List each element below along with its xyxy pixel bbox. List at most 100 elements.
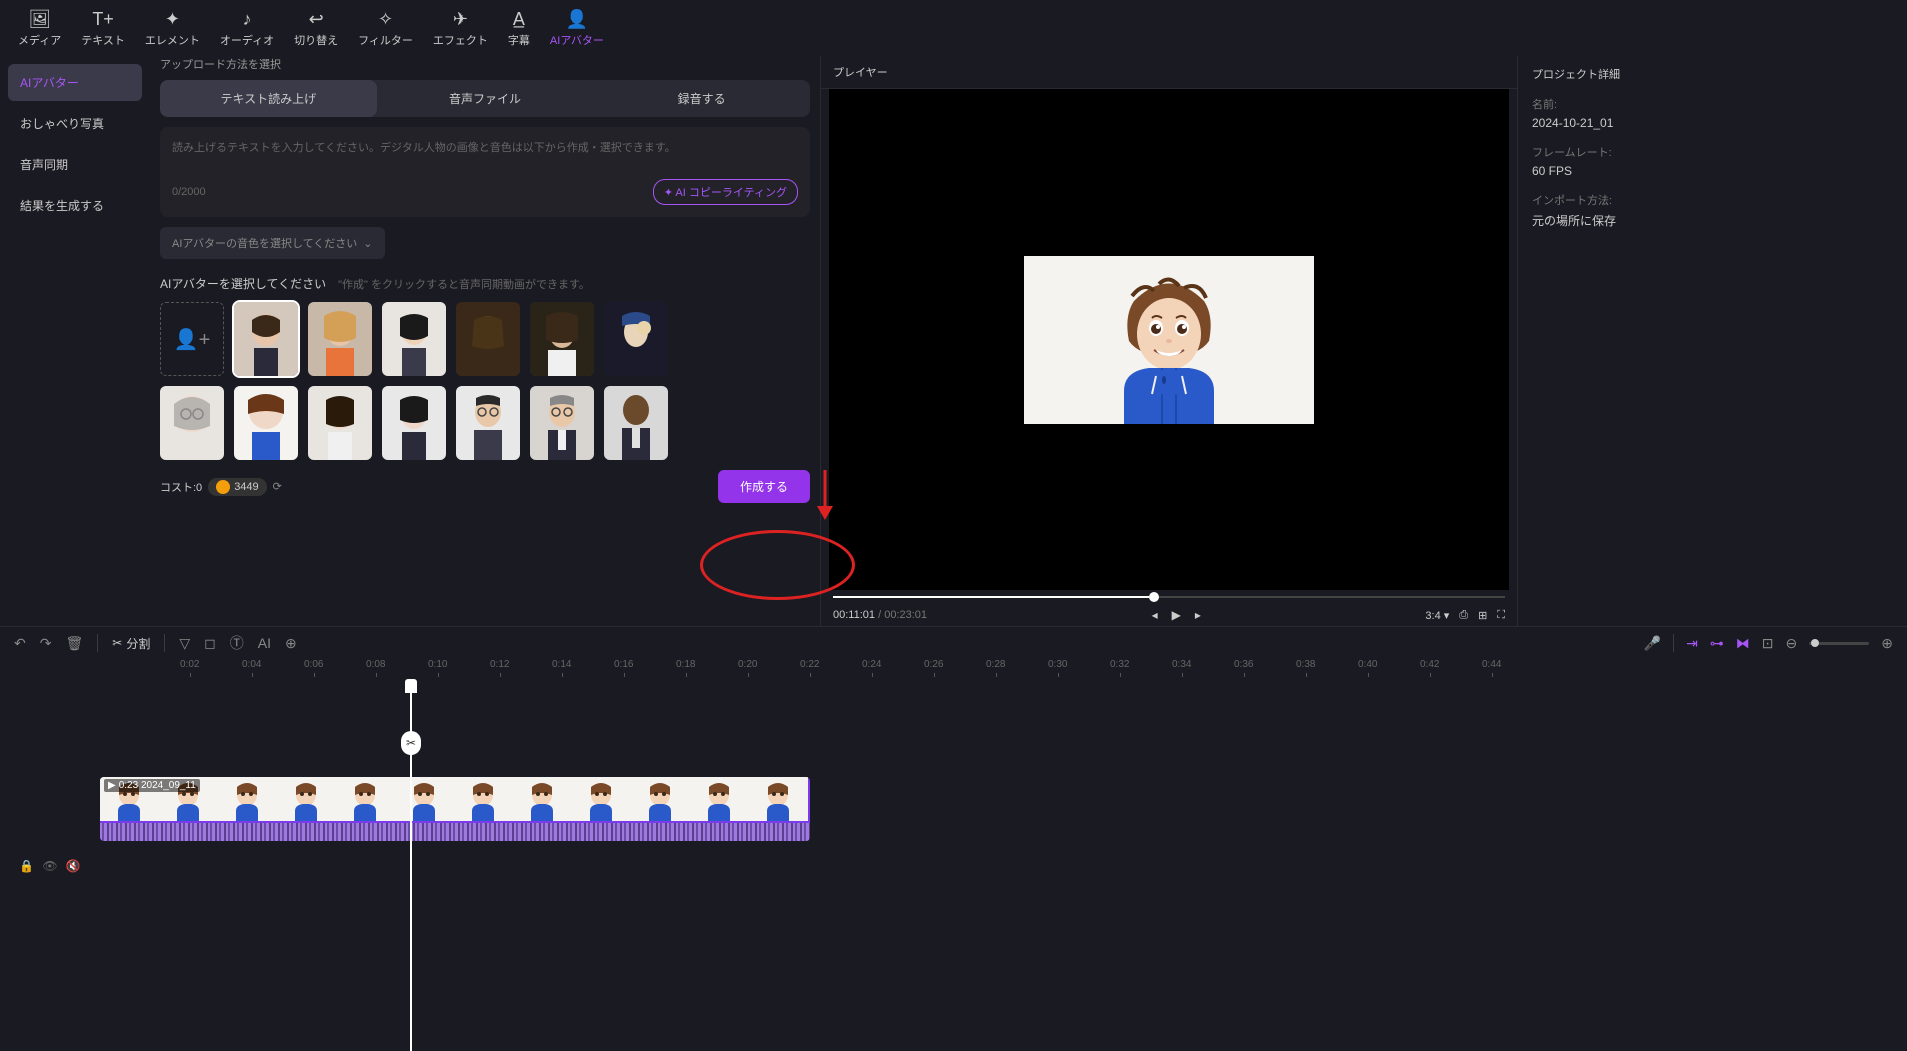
avatar-3[interactable] xyxy=(382,302,446,376)
text-tool-icon[interactable]: Ⓣ xyxy=(230,633,244,653)
fit-icon[interactable]: ⊡ xyxy=(1762,635,1774,652)
tool-subtitle[interactable]: A̲字幕 xyxy=(498,4,540,52)
import-label: インポート方法: xyxy=(1532,192,1893,208)
snapshot-icon[interactable]: ⎙ xyxy=(1459,609,1468,622)
avatar-9[interactable] xyxy=(308,386,372,460)
chevron-down-icon: ⌄ xyxy=(363,237,372,250)
timeline-ruler[interactable]: 0:020:040:060:080:100:120:140:160:180:20… xyxy=(160,659,1887,681)
play-icon[interactable]: ▶ xyxy=(1172,608,1181,622)
visibility-icon[interactable]: 👁 xyxy=(42,859,57,873)
ruler-tick: 0:38 xyxy=(1296,659,1315,670)
avatar-11[interactable] xyxy=(456,386,520,460)
tool-transition[interactable]: ↩切り替え xyxy=(284,4,348,52)
ruler-tick: 0:24 xyxy=(862,659,881,670)
tool-filter[interactable]: ✧フィルター xyxy=(348,4,423,52)
clip-thumbnail xyxy=(572,777,631,821)
avatar-12[interactable] xyxy=(530,386,594,460)
time-display: 00:11:01 / 00:23:01 xyxy=(833,609,927,621)
avatar-7[interactable] xyxy=(160,386,224,460)
tool-media[interactable]: 🖼メディア xyxy=(8,4,71,52)
mute-icon[interactable]: 🔇 xyxy=(66,859,81,873)
sidebar-voice-sync[interactable]: 音声同期 xyxy=(8,146,142,183)
clip-thumbnail xyxy=(336,777,395,821)
ruler-tick: 0:44 xyxy=(1482,659,1501,670)
playhead[interactable]: ✂ xyxy=(410,681,412,1051)
zoom-out-icon[interactable]: ⊖ xyxy=(1786,635,1798,652)
clip-thumbnail xyxy=(631,777,690,821)
ai-tool-icon[interactable]: AI xyxy=(258,635,271,651)
video-preview[interactable] xyxy=(829,89,1509,590)
split-button[interactable]: ✂ 分割 xyxy=(112,635,150,652)
timeline-toolbar: ↶ ↷ 🗑 ✂ 分割 ▽ ◻ Ⓣ AI ⊕ 🎤 ⇥ ⊶ ⧓ ⊡ ⊖ ⊕ xyxy=(0,626,1907,659)
magnet-icon[interactable]: ⧓ xyxy=(1736,635,1750,652)
lock-track-icon[interactable]: 🔒 xyxy=(19,859,34,873)
preview-character xyxy=(1024,256,1314,424)
sidebar-ai-avatar[interactable]: AIアバター xyxy=(8,64,142,101)
fps-label: フレームレート: xyxy=(1532,144,1893,160)
next-frame-icon[interactable]: ▸ xyxy=(1195,608,1201,622)
tts-placeholder: 読み上げるテキストを入力してください。デジタル人物の画像と音色は以下から作成・選… xyxy=(172,139,798,155)
progress-bar[interactable] xyxy=(833,596,1505,598)
tab-audio-file[interactable]: 音声ファイル xyxy=(377,80,594,117)
link-icon[interactable]: ⊶ xyxy=(1710,635,1724,652)
crop-icon[interactable]: ◻ xyxy=(204,635,216,652)
voice-select-dropdown[interactable]: AIアバターの音色を選択してください ⌄ xyxy=(160,227,385,259)
tool-element[interactable]: ✦エレメント xyxy=(135,4,210,52)
aspect-ratio[interactable]: 3:4 ▾ xyxy=(1425,609,1449,622)
refresh-icon[interactable]: ⟳ xyxy=(273,480,282,493)
mic-icon[interactable]: 🎤 xyxy=(1644,635,1661,652)
avatar-add[interactable]: 👤+ xyxy=(160,302,224,376)
upload-tabs: テキスト読み上げ 音声ファイル 録音する xyxy=(160,80,810,117)
ruler-tick: 0:10 xyxy=(428,659,447,670)
avatar-1[interactable] xyxy=(234,302,298,376)
tool-ai-avatar[interactable]: 👤AIアバター xyxy=(540,4,614,52)
avatar-5[interactable] xyxy=(530,302,594,376)
clip-thumbnail xyxy=(395,777,454,821)
tool-effect[interactable]: ✈エフェクト xyxy=(423,4,498,52)
delete-icon[interactable]: 🗑 xyxy=(65,635,83,652)
undo-icon[interactable]: ↶ xyxy=(14,635,26,652)
avatar-10[interactable] xyxy=(382,386,446,460)
redo-icon[interactable]: ↷ xyxy=(40,635,52,652)
import-value: 元の場所に保存 xyxy=(1532,212,1893,229)
scissors-icon[interactable]: ✂ xyxy=(401,731,421,755)
avatar-6[interactable] xyxy=(604,302,668,376)
create-button[interactable]: 作成する xyxy=(718,470,810,503)
grid-icon[interactable]: ⊞ xyxy=(1478,609,1487,622)
left-sidebar: AIアバター おしゃべり写真 音声同期 結果を生成する xyxy=(0,56,150,626)
tts-textarea[interactable]: 読み上げるテキストを入力してください。デジタル人物の画像と音色は以下から作成・選… xyxy=(160,127,810,217)
add-icon[interactable]: ⊕ xyxy=(285,635,297,652)
tab-record[interactable]: 録音する xyxy=(593,80,810,117)
subtitle-icon: A̲ xyxy=(513,8,525,30)
ruler-tick: 0:08 xyxy=(366,659,385,670)
ruler-tick: 0:20 xyxy=(738,659,757,670)
name-value: 2024-10-21_01 xyxy=(1532,116,1893,130)
zoom-slider[interactable] xyxy=(1809,642,1869,645)
avatar-icon: 👤 xyxy=(566,8,588,30)
tab-tts[interactable]: テキスト読み上げ xyxy=(160,80,377,117)
zoom-in-icon[interactable]: ⊕ xyxy=(1881,635,1893,652)
ai-copywriting-button[interactable]: ✦ AI コピーライティング xyxy=(653,179,798,205)
avatar-13[interactable] xyxy=(604,386,668,460)
name-label: 名前: xyxy=(1532,96,1893,112)
video-clip[interactable]: ▶ 0:23 2024_09_11 xyxy=(100,777,810,841)
credit-badge: 3449 xyxy=(208,478,266,496)
marker-icon[interactable]: ▽ xyxy=(179,635,190,652)
tool-text[interactable]: T+テキスト xyxy=(71,4,135,52)
avatar-2[interactable] xyxy=(308,302,372,376)
sidebar-talking-photo[interactable]: おしゃべり写真 xyxy=(8,105,142,142)
ruler-tick: 0:04 xyxy=(242,659,261,670)
prev-frame-icon[interactable]: ◂ xyxy=(1152,608,1158,622)
sidebar-generate[interactable]: 結果を生成する xyxy=(8,187,142,224)
ruler-tick: 0:26 xyxy=(924,659,943,670)
avatar-4[interactable] xyxy=(456,302,520,376)
snap-icon[interactable]: ⇥ xyxy=(1686,635,1698,652)
text-icon: T+ xyxy=(92,8,114,30)
progress-knob[interactable] xyxy=(1149,592,1159,602)
tool-audio[interactable]: ♪オーディオ xyxy=(210,4,284,52)
ruler-tick: 0:12 xyxy=(490,659,509,670)
player-title: プレイヤー xyxy=(821,56,1517,89)
avatar-8[interactable] xyxy=(234,386,298,460)
fullscreen-icon[interactable]: ⛶ xyxy=(1497,609,1505,622)
timeline-area: 🔒 👁 🔇 カバー ✂ ▶ 0:23 2024_09_11 xyxy=(0,681,1907,1051)
